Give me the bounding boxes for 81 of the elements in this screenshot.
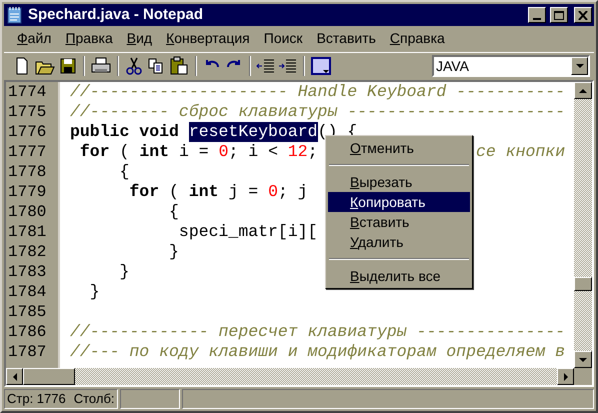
line-number: 1783 bbox=[8, 262, 48, 282]
scrollbar-thumb[interactable] bbox=[574, 277, 592, 291]
code-text: ( bbox=[168, 182, 180, 202]
scroll-right-button[interactable] bbox=[557, 368, 574, 385]
down-arrow-icon[interactable] bbox=[579, 358, 587, 362]
menu-item[interactable]: Файл bbox=[10, 28, 58, 48]
line-number: 1779 bbox=[8, 182, 48, 202]
line-indicator: Стр: 1776 bbox=[7, 390, 66, 408]
right-arrow-icon[interactable] bbox=[564, 372, 568, 380]
code-keyword: int bbox=[188, 182, 219, 202]
printer-icon[interactable] bbox=[90, 56, 112, 76]
code-text: ; bbox=[308, 142, 318, 162]
left-arrow-icon[interactable] bbox=[12, 372, 16, 380]
context-menu-item[interactable]: Отменить bbox=[328, 138, 470, 158]
code-comment: //------------ пересчет клавиатуры --------------- bbox=[70, 322, 566, 342]
code-text: } bbox=[118, 262, 130, 282]
vertical-scrollbar[interactable] bbox=[574, 82, 592, 368]
code-comment: //--- по коду клавиши и модификаторам определяем в bbox=[70, 342, 566, 362]
code-text: { bbox=[168, 202, 179, 222]
context-menu-item[interactable]: Вставить bbox=[328, 212, 470, 232]
horizontal-scrollbar[interactable] bbox=[6, 368, 574, 385]
line-number: 1780 bbox=[8, 202, 48, 222]
code-keyword: for bbox=[128, 182, 160, 202]
scroll-up-button[interactable] bbox=[574, 82, 592, 99]
line-number: 1782 bbox=[8, 242, 48, 262]
code-text: } bbox=[168, 242, 179, 262]
up-arrow-icon[interactable] bbox=[579, 88, 587, 92]
code-number: 12 bbox=[288, 142, 308, 162]
line-number: 1777 bbox=[8, 142, 48, 162]
minimize-button[interactable] bbox=[528, 7, 546, 23]
code-text: j = bbox=[227, 182, 260, 202]
status-panel bbox=[120, 389, 180, 409]
scroll-down-button[interactable] bbox=[574, 351, 592, 368]
maximize-button[interactable] bbox=[550, 7, 568, 23]
color-box-icon[interactable] bbox=[310, 56, 332, 76]
code-text: { bbox=[118, 162, 130, 182]
line-number: 1784 bbox=[8, 282, 48, 302]
clipboard-icon[interactable] bbox=[168, 56, 190, 76]
code-number: 0 bbox=[268, 182, 278, 202]
code-comment: //-------------------- Handle Keyboard ----------- bbox=[70, 82, 566, 102]
context-menu-item[interactable]: Копировать bbox=[328, 192, 470, 212]
line-number: 1778 bbox=[8, 162, 48, 182]
menu-item[interactable]: Поиск bbox=[256, 28, 310, 48]
line-number: 1781 bbox=[8, 222, 48, 242]
notepad-icon bbox=[6, 6, 24, 24]
context-menu-item[interactable]: Вырезать bbox=[328, 172, 470, 192]
selected-text: resetKeyboard bbox=[188, 122, 318, 142]
menu-item[interactable]: Правка bbox=[58, 28, 120, 48]
code-text: ; j bbox=[278, 182, 308, 202]
context-menu-item[interactable]: Выделить все bbox=[328, 266, 470, 286]
menu-item[interactable]: Вставить bbox=[310, 28, 383, 48]
menu-item[interactable]: Справка bbox=[382, 28, 452, 48]
code-number: 0 bbox=[218, 142, 228, 162]
code-keyword: for bbox=[78, 142, 110, 162]
close-icon[interactable] bbox=[578, 10, 588, 20]
line-number: 1776 bbox=[8, 122, 48, 142]
dropdown-value: JAVA bbox=[435, 58, 470, 72]
line-number: 1785 bbox=[8, 302, 48, 322]
line-number: 1787 bbox=[8, 342, 48, 362]
close-button[interactable] bbox=[574, 7, 592, 23]
code-comment: //-------- сброс клавиатуры ---------------------- bbox=[70, 102, 566, 122]
code-text: speci_matr[i][ bbox=[178, 222, 318, 242]
line-number: 1774 bbox=[8, 82, 48, 102]
menu-item[interactable]: Вид bbox=[120, 28, 160, 48]
code-text: i = bbox=[178, 142, 210, 162]
scissors-icon[interactable] bbox=[124, 56, 144, 76]
language-dropdown[interactable]: JAVA bbox=[432, 54, 590, 76]
line-number: 1786 bbox=[8, 322, 48, 342]
context-menu-item[interactable]: Удалить bbox=[328, 232, 470, 252]
code-comment: се кнопки bbox=[476, 142, 566, 162]
line-number: 1775 bbox=[8, 102, 48, 122]
menu-item[interactable]: Конвертация bbox=[159, 28, 257, 48]
code-text: } bbox=[88, 282, 100, 302]
code-text: ; i < bbox=[228, 142, 279, 162]
window-title: Spechard.java - Notepad bbox=[28, 4, 204, 25]
code-keyword: int bbox=[139, 142, 170, 162]
scrollbar-thumb[interactable] bbox=[23, 368, 75, 385]
code-keyword: public void bbox=[70, 122, 180, 142]
column-indicator: Столб: bbox=[74, 390, 115, 408]
code-text: ( bbox=[118, 142, 130, 162]
scroll-left-button[interactable] bbox=[6, 368, 23, 385]
